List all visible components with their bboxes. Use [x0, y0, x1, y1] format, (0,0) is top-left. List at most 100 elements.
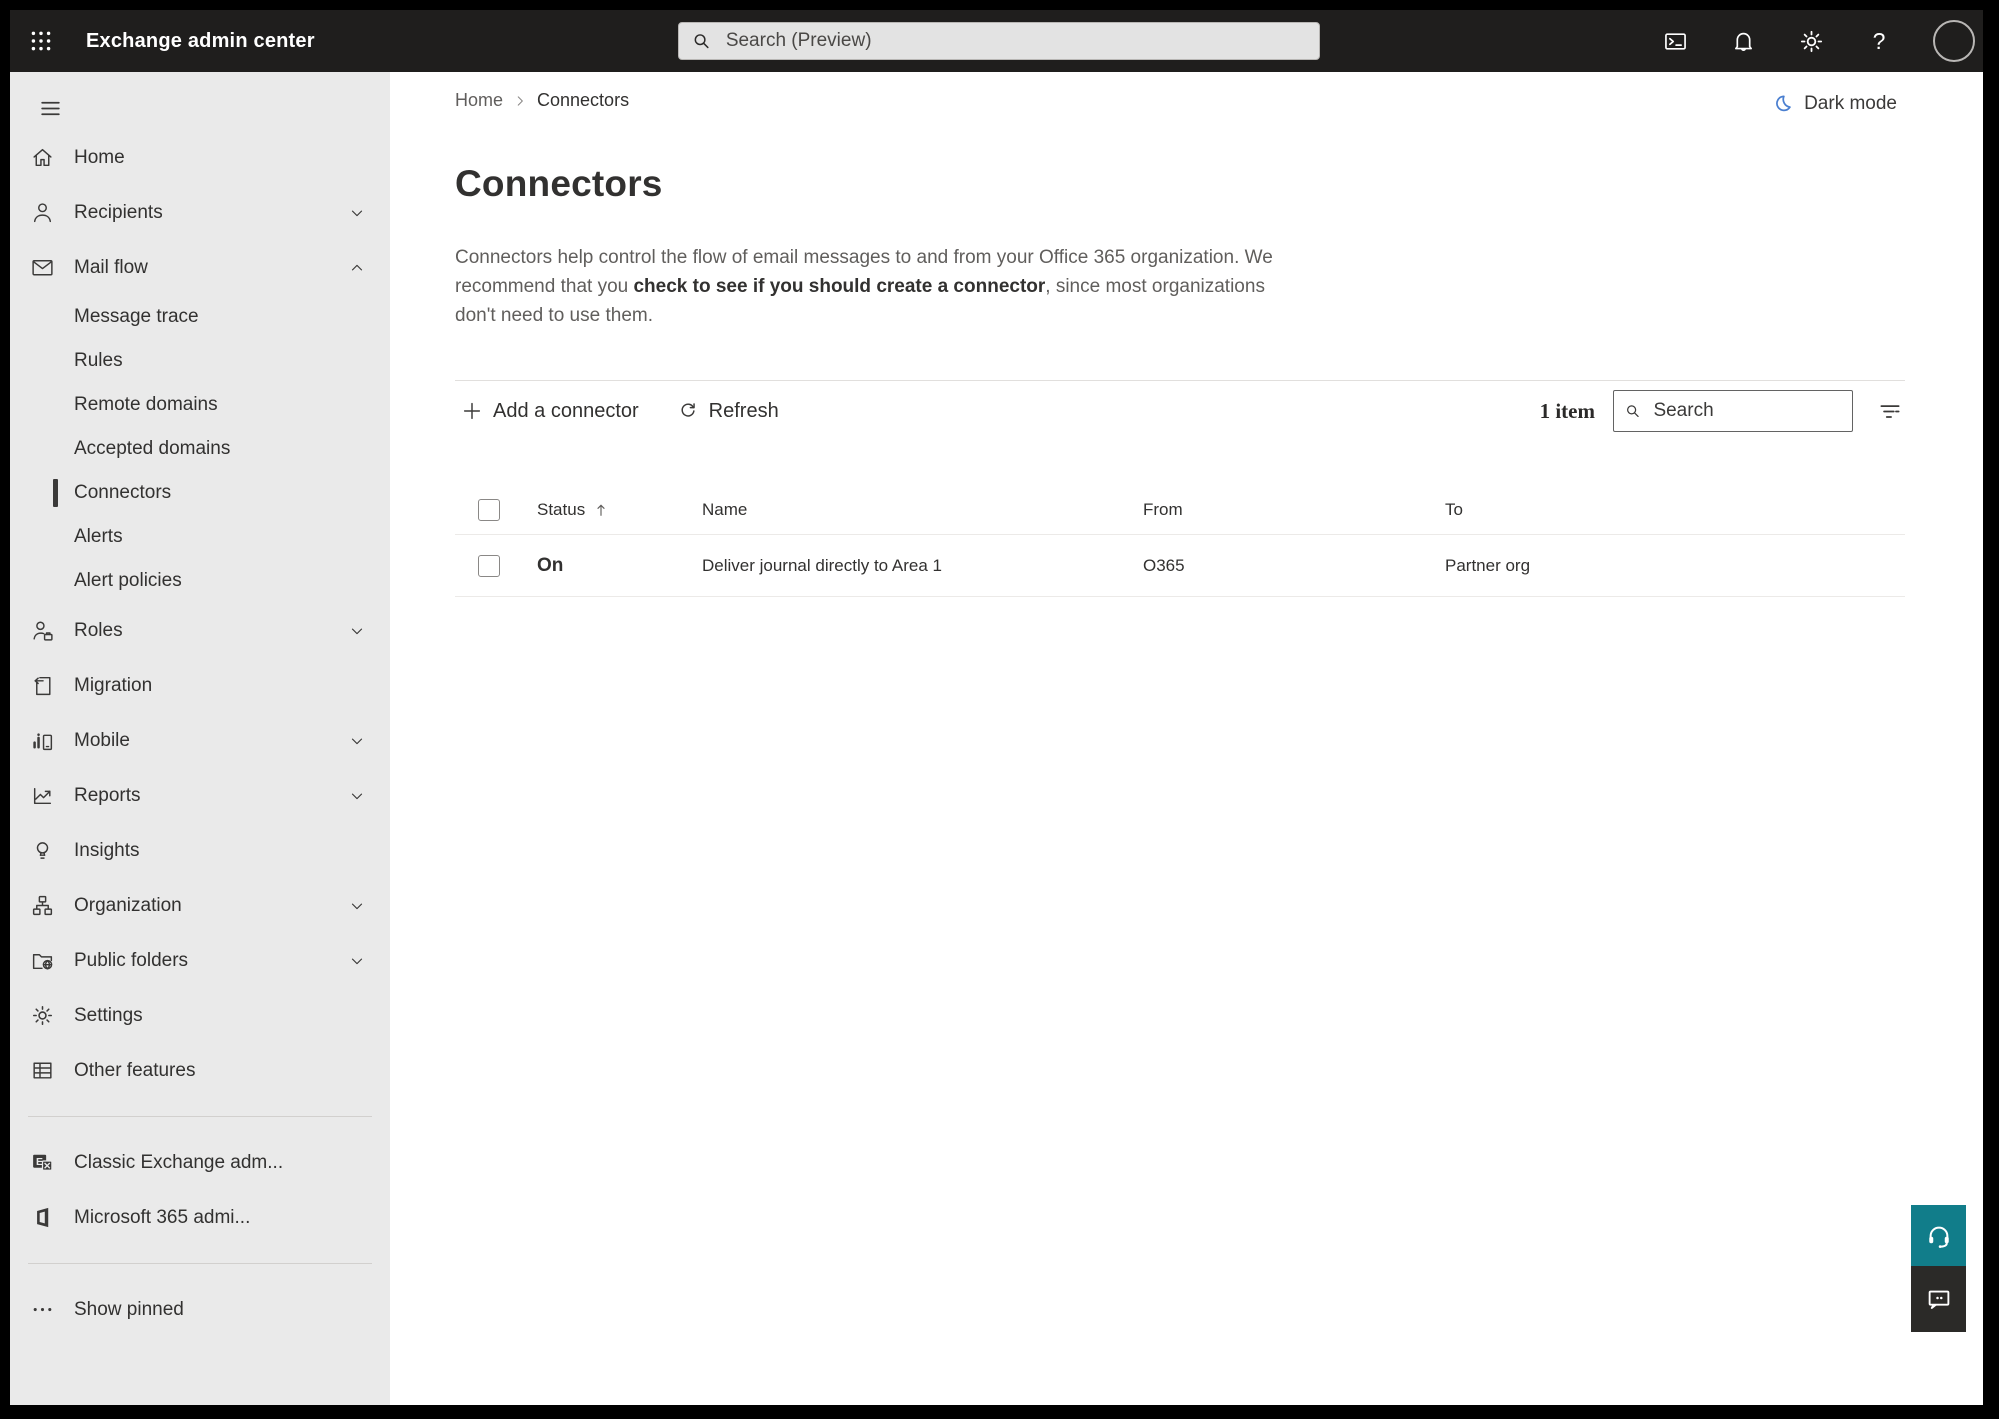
sidebar-item-reports[interactable]: Reports: [10, 768, 390, 823]
app-launcher-button[interactable]: [10, 10, 72, 72]
headset-icon: [1928, 1226, 1949, 1248]
column-header-to[interactable]: To: [1445, 500, 1463, 520]
add-connector-button[interactable]: Add a connector: [455, 394, 645, 429]
cloud-shell-button[interactable]: [1661, 27, 1689, 55]
line-chart-icon: [33, 788, 52, 805]
column-header-from[interactable]: From: [1143, 500, 1183, 520]
sidebar-item-recipients[interactable]: Recipients: [10, 185, 390, 240]
table-header-row: Status Name From To: [455, 485, 1905, 535]
gear-icon: [1800, 30, 1822, 52]
sidebar-item-alert-policies[interactable]: Alert policies: [10, 559, 390, 603]
exchange-admin-center-window: Exchange admin center Search (Preview) ?…: [10, 10, 1983, 1405]
floating-widgets: [1911, 1205, 1966, 1332]
sidebar-item-public-folders[interactable]: Public folders: [10, 933, 390, 988]
list-search-box[interactable]: [1613, 390, 1853, 432]
mail-icon: [32, 260, 53, 276]
sidebar-item-mail-flow[interactable]: Mail flow: [10, 240, 390, 295]
search-icon: [1627, 405, 1639, 417]
mobile-icon: [33, 733, 53, 751]
global-search-input[interactable]: [723, 29, 1307, 53]
dark-mode-label: Dark mode: [1804, 92, 1897, 114]
microsoft-365-logo-icon: [37, 1207, 49, 1228]
lightbulb-icon: [36, 842, 49, 859]
screenshot-frame: Exchange admin center Search (Preview) ?…: [0, 0, 1999, 1419]
sidebar-divider: [28, 1116, 372, 1117]
sidebar-item-migration[interactable]: Migration: [10, 658, 390, 713]
row-from: O365: [1143, 555, 1185, 575]
classic-exchange-logo-icon: E: [33, 1154, 53, 1171]
sidebar-item-organization[interactable]: Organization: [10, 878, 390, 933]
global-search-box[interactable]: [678, 22, 1320, 60]
chevron-down-icon: [351, 793, 363, 799]
help-icon: ?: [1872, 27, 1886, 54]
search-icon: [694, 34, 709, 49]
row-name-link[interactable]: Deliver journal directly to Area 1: [702, 556, 942, 576]
item-count: 1 item: [1539, 398, 1595, 423]
hamburger-icon: [40, 101, 60, 115]
topbar-actions: ?: [1661, 10, 1975, 72]
notifications-button[interactable]: [1729, 27, 1757, 55]
waffle-icon: [31, 31, 51, 51]
sidebar-item-mobile[interactable]: Mobile: [10, 713, 390, 768]
collapse-nav-button[interactable]: [28, 88, 72, 128]
chevron-down-icon: [351, 903, 363, 909]
roles-icon: [33, 621, 53, 641]
filter-button[interactable]: [1875, 396, 1905, 426]
gear-icon: [32, 1005, 53, 1026]
table-grid-icon: [33, 1062, 52, 1079]
sidebar-item-accepted-domains[interactable]: Accepted domains: [10, 427, 390, 471]
top-app-bar: Exchange admin center Search (Preview) ?: [10, 10, 1983, 72]
chevron-down-icon: [351, 958, 363, 964]
feedback-bubble-icon: [1928, 1290, 1949, 1309]
settings-button[interactable]: [1797, 27, 1825, 55]
connectors-list-panel: Add a connector Refresh 1 item Search St…: [455, 380, 1905, 597]
support-button[interactable]: [1911, 1205, 1966, 1266]
ellipsis-icon: [33, 1307, 52, 1312]
sidebar-item-alerts[interactable]: Alerts: [10, 515, 390, 559]
chevron-up-icon: [351, 264, 363, 270]
sidebar-item-microsoft-365-admin[interactable]: Microsoft 365 admi...: [10, 1190, 390, 1245]
breadcrumb-current: Connectors: [537, 90, 630, 110]
refresh-button[interactable]: Refresh: [671, 394, 785, 429]
sidebar-item-home[interactable]: Home: [10, 130, 390, 185]
sort-ascending-icon: [597, 504, 605, 516]
page-description: Connectors help control the flow of emai…: [455, 247, 1273, 326]
org-chart-icon: [32, 895, 53, 916]
person-icon: [33, 203, 52, 223]
table-row[interactable]: On Deliver journal directly to Area 1 O3…: [455, 535, 1905, 597]
sidebar-item-other-features[interactable]: Other features: [10, 1043, 390, 1098]
chevron-down-icon: [351, 738, 363, 744]
sidebar-item-settings[interactable]: Settings: [10, 988, 390, 1043]
folder-globe-icon: [32, 954, 53, 970]
home-icon: [33, 148, 52, 167]
sidebar-item-rules[interactable]: Rules: [10, 339, 390, 383]
sidebar-item-show-pinned[interactable]: Show pinned: [10, 1282, 390, 1337]
account-avatar[interactable]: [1933, 20, 1975, 62]
row-checkbox[interactable]: [478, 554, 500, 577]
moon-icon: [1776, 95, 1791, 112]
list-search-input[interactable]: [1651, 399, 1842, 423]
column-header-status[interactable]: Status: [537, 500, 609, 520]
description-emphasis: check to see if you should create a conn…: [633, 276, 1046, 297]
sidebar-item-connectors[interactable]: Connectors: [10, 471, 390, 515]
chevron-down-icon: [351, 628, 363, 634]
main-content: Home Connectors Dark mode Connectors Con…: [390, 72, 1983, 1405]
toolbar-right: 1 item: [1540, 390, 1905, 432]
help-button[interactable]: ?: [1865, 27, 1893, 55]
sidebar-item-classic-exchange-admin[interactable]: E Classic Exchange adm...: [10, 1135, 390, 1190]
row-to: Partner org: [1445, 555, 1531, 575]
feedback-button[interactable]: [1911, 1266, 1966, 1332]
app-title: Exchange admin center: [86, 29, 315, 52]
terminal-icon: [1664, 32, 1686, 50]
row-status: On: [537, 554, 564, 576]
sidebar-item-remote-domains[interactable]: Remote domains: [10, 383, 390, 427]
sidebar-divider: [28, 1263, 372, 1264]
sidebar-item-message-trace[interactable]: Message trace: [10, 295, 390, 339]
column-header-name[interactable]: Name: [702, 500, 747, 520]
select-all-checkbox[interactable]: [478, 498, 500, 521]
breadcrumb-home-link[interactable]: Home: [455, 90, 503, 111]
sidebar-item-roles[interactable]: Roles: [10, 603, 390, 658]
sidebar-item-insights[interactable]: Insights: [10, 823, 390, 878]
dark-mode-toggle[interactable]: Dark mode: [1771, 92, 1897, 115]
refresh-icon: [681, 403, 695, 417]
